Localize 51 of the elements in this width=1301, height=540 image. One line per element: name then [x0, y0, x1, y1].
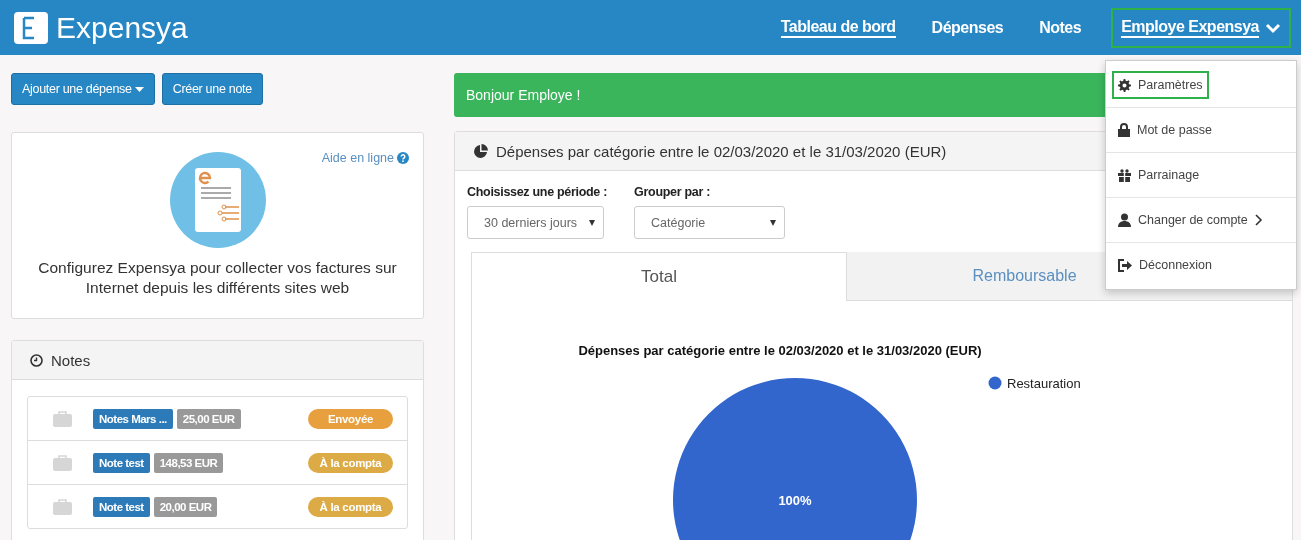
note-name: Note test [93, 496, 150, 517]
panel-title: Notes [51, 351, 91, 369]
menu-item[interactable]: Parrainage [1112, 161, 1206, 189]
note-row[interactable]: Notes Mars ... 25,00 EUR Envoyée [28, 397, 407, 441]
legend-dot [988, 376, 1002, 390]
group-by-select[interactable]: Catégorie [634, 206, 786, 239]
field-label: Choisissez une période : [467, 185, 608, 199]
brand-name[interactable]: Expensya [56, 10, 188, 45]
chart-title: Dépenses par catégorie entre le 02/03/2020 et le 31/03/2020 (EUR) [577, 342, 983, 358]
chevron-down-icon [1265, 21, 1281, 34]
caret-icon [770, 219, 777, 226]
note-name: Note test [93, 452, 150, 473]
nav-link[interactable]: Tableau de bord [774, 9, 902, 46]
logout-icon [1118, 258, 1132, 272]
nav-link[interactable]: Dépenses [925, 10, 1010, 45]
action-button[interactable]: Ajouter une dépense [11, 73, 155, 105]
status-badge: À la compta [308, 452, 393, 473]
period-select[interactable]: 30 derniers jours [467, 206, 604, 239]
note-row[interactable]: Note test 20,00 EUR À la compta [28, 485, 407, 528]
settings-icon [1118, 78, 1131, 92]
help-text: Configurez Expensya pour collecter vos factures sur Internet depuis les différents sites web [37, 258, 398, 298]
briefcase-icon [53, 454, 72, 471]
note-amount: 20,00 EUR [153, 496, 218, 517]
note-amount: 148,53 EUR [153, 452, 224, 473]
nav-link[interactable]: Notes [1033, 10, 1088, 45]
note-amount: 25,00 EUR [176, 408, 241, 429]
caret-icon [589, 219, 595, 226]
pie-chart-icon [473, 143, 488, 159]
help-icon [397, 152, 409, 164]
gift-icon [1118, 168, 1131, 182]
lock-icon [1118, 123, 1130, 137]
action-button[interactable]: Créer une note [161, 73, 263, 105]
menu-item[interactable]: Changer de compte [1112, 206, 1269, 234]
user-icon [1118, 213, 1131, 227]
note-row[interactable]: Note test 148,53 EUR À la compta [28, 441, 407, 485]
menu-item[interactable]: Paramètres [1112, 71, 1209, 99]
panel-title: Dépenses par catégorie entre le 02/03/2020 et le 31/03/2020 (EUR) [496, 142, 947, 160]
menu-item[interactable]: Mot de passe [1112, 116, 1219, 144]
menu-item[interactable]: Déconnexion [1112, 251, 1218, 279]
help-link[interactable]: Aide en ligne [321, 151, 409, 165]
briefcase-icon [53, 410, 72, 427]
status-badge: Envoyée [308, 408, 393, 429]
briefcase-icon [53, 498, 72, 515]
clock-icon [30, 353, 43, 367]
status-badge: À la compta [308, 496, 393, 517]
nav-link[interactable]: Employe Expensya [1111, 7, 1291, 48]
legend-label: Restauration [1007, 376, 1081, 391]
chart-tab[interactable]: Total [471, 252, 847, 301]
note-name: Notes Mars ... [93, 408, 173, 429]
slice-label: 100% [778, 493, 812, 508]
field-label: Grouper par : [634, 185, 712, 199]
